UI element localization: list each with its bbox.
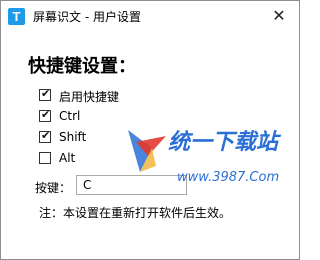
check-icon: ✔ <box>41 87 51 100</box>
check-icon: ✔ <box>41 108 51 121</box>
checkbox-label: Alt <box>59 151 76 165</box>
checkbox-label: 启用快捷键 <box>59 90 120 104</box>
hotkey-label: 按键： <box>35 181 72 195</box>
checkbox-label: Ctrl <box>59 109 81 123</box>
watermark-text: 统一下载站 <box>168 130 279 155</box>
section-heading: 快捷键设置： <box>28 56 136 77</box>
checkbox-box[interactable]: ✔ <box>39 87 51 101</box>
app-icon: T <box>8 8 25 25</box>
settings-window: T 屏幕识文 - 用户设置 ✕ 快捷键设置： ✔ 启用快捷键 ✔ Ctrl ✔ … <box>0 0 300 260</box>
window-title: 屏幕识文 - 用户设置 <box>33 10 141 24</box>
checkbox-box[interactable] <box>39 152 51 164</box>
watermark-url: www.3987.Com <box>177 170 280 185</box>
watermark-logo-icon <box>128 130 166 172</box>
title-bar: T 屏幕识文 - 用户设置 ✕ <box>1 1 299 31</box>
close-button[interactable]: ✕ <box>263 3 295 29</box>
note-text: 注：本设置在重新打开软件后生效。 <box>39 206 232 220</box>
checkbox-box[interactable]: ✔ <box>39 108 51 122</box>
checkbox-label: Shift <box>59 130 87 144</box>
watermark: 统一下载站 www.3987.Com <box>126 118 298 193</box>
check-icon: ✔ <box>41 129 51 142</box>
checkbox-box[interactable]: ✔ <box>39 129 51 143</box>
